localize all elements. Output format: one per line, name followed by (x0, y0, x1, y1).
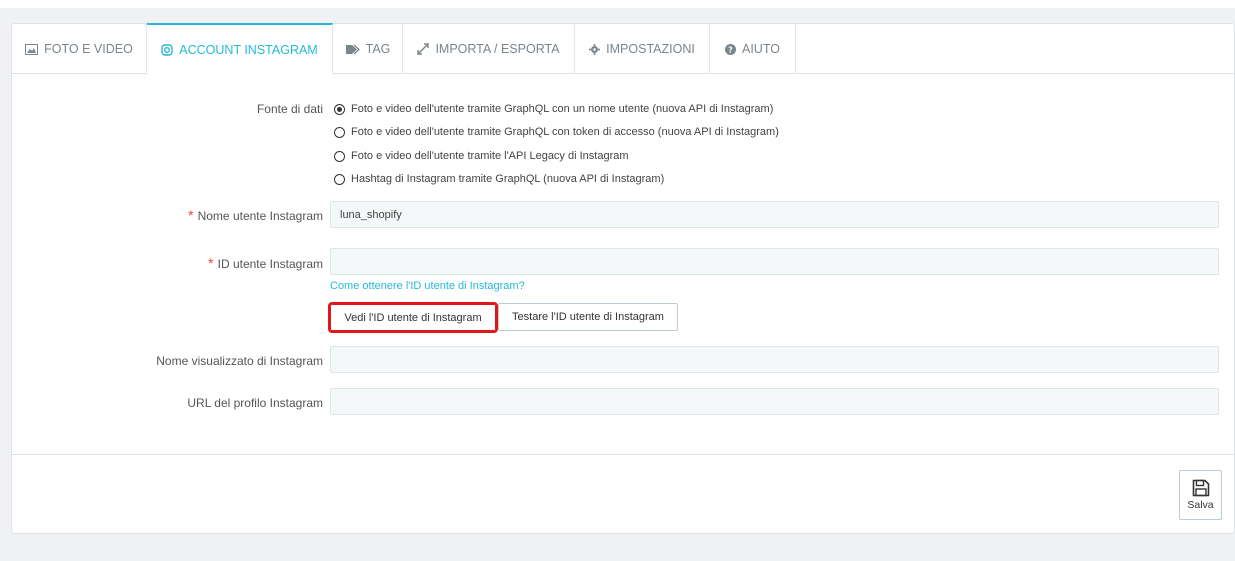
tab-importa-esporta[interactable]: IMPORTA / ESPORTA (403, 24, 575, 74)
tab-label: AIUTO (742, 42, 780, 56)
data-source-option[interactable]: Hashtag di Instagram tramite GraphQL (nu… (334, 173, 664, 185)
profile-url-input[interactable] (330, 388, 1219, 415)
username-label-text: Nome utente Instagram (197, 209, 323, 223)
view-instagram-id-button[interactable]: Vedi l'ID utente di Instagram (328, 302, 498, 333)
radio-button[interactable] (334, 173, 345, 185)
tab-aiuto[interactable]: ? AIUTO (710, 24, 796, 74)
image-icon (25, 43, 39, 55)
import-export-icon (417, 43, 430, 55)
instagram-icon (161, 43, 173, 56)
user-id-input[interactable] (330, 248, 1219, 275)
user-id-label: * ID utente Instagram (12, 255, 323, 271)
data-source-option[interactable]: Foto e video dell'utente tramite GraphQL… (334, 103, 773, 115)
radio-button[interactable] (334, 126, 345, 138)
data-source-label: Fonte di dati (256, 102, 323, 116)
display-name-input[interactable] (330, 346, 1219, 373)
data-source-option-label: Hashtag di Instagram tramite GraphQL (nu… (351, 173, 665, 185)
radio-button[interactable] (334, 150, 345, 162)
save-label: Salva (1187, 499, 1214, 511)
user-id-label-text: ID utente Instagram (217, 257, 323, 271)
tab-label: IMPOSTAZIONI (606, 42, 695, 56)
tab-label: IMPORTA / ESPORTA (435, 42, 560, 56)
floppy-disk-icon (1192, 479, 1209, 497)
required-mark: * (188, 207, 194, 223)
save-button[interactable]: Salva (1179, 470, 1222, 520)
radio-button-selected[interactable] (334, 103, 345, 115)
tab-label: ACCOUNT INSTAGRAM (179, 42, 318, 57)
tab-foto-e-video[interactable]: FOTO E VIDEO (12, 24, 147, 74)
test-instagram-id-button[interactable]: Testare l'ID utente di Instagram (498, 303, 678, 331)
data-source-option[interactable]: Foto e video dell'utente tramite GraphQL… (334, 126, 779, 138)
tab-tag[interactable]: TAG (333, 24, 403, 74)
username-label: * Nome utente Instagram (12, 207, 323, 223)
display-name-label: Nome visualizzato di Instagram (156, 354, 323, 368)
help-icon: ? (725, 43, 736, 55)
tag-icon (345, 44, 360, 54)
tab-impostazioni[interactable]: IMPOSTAZIONI (575, 24, 710, 74)
tab-bar: FOTO E VIDEO ACCOUNT INSTAGRAM TAG IMPOR… (12, 23, 1234, 74)
gear-icon (589, 43, 601, 55)
top-strip (0, 0, 1235, 8)
data-source-option-label: Foto e video dell'utente tramite GraphQL… (351, 103, 774, 115)
tab-label: TAG (365, 42, 391, 56)
how-to-get-id-link[interactable]: Come ottenere l'ID utente di Instagram? (330, 280, 525, 292)
data-source-option-label: Foto e video dell'utente tramite GraphQL… (351, 126, 779, 138)
tab-account-instagram[interactable]: ACCOUNT INSTAGRAM (147, 23, 333, 74)
data-source-option[interactable]: Foto e video dell'utente tramite l'API L… (334, 150, 629, 162)
username-value: luna_shopify (340, 208, 402, 221)
profile-url-label: URL del profilo Instagram (187, 396, 323, 410)
footer-divider (12, 454, 1234, 455)
data-source-option-label: Foto e video dell'utente tramite l'API L… (351, 150, 629, 162)
svg-text:?: ? (728, 45, 733, 54)
settings-panel: FOTO E VIDEO ACCOUNT INSTAGRAM TAG IMPOR… (11, 23, 1235, 534)
tab-label: FOTO E VIDEO (44, 42, 133, 56)
required-mark: * (208, 255, 214, 271)
username-input[interactable]: luna_shopify (330, 201, 1219, 228)
